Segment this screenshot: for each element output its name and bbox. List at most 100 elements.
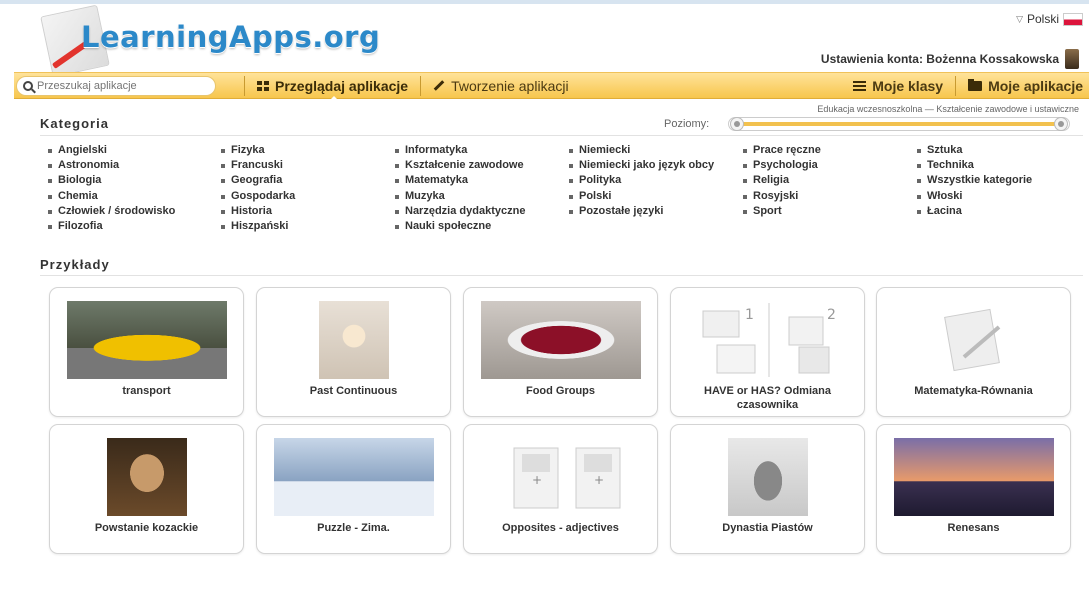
nav-my-classes[interactable]: Moje klasy: [853, 78, 943, 94]
nav-browse-apps[interactable]: Przeglądaj aplikacje: [257, 78, 408, 103]
category-link[interactable]: Technika: [917, 158, 1087, 173]
nav-divider: [420, 75, 422, 96]
list-icon: [853, 80, 867, 91]
flower-photo-thumbnail: [319, 301, 389, 379]
pencil-icon: [433, 80, 445, 91]
account-settings-link[interactable]: Ustawienia konta: Bożenna Kossakowska: [821, 49, 1079, 69]
category-link[interactable]: Pozostałe języki: [569, 204, 719, 219]
nav-my-apps[interactable]: Moje aplikacje: [968, 78, 1083, 94]
example-app-card[interactable]: Food Groups: [463, 287, 658, 417]
berries-photo-thumbnail: [481, 301, 641, 379]
category-link[interactable]: Gospodarka: [221, 189, 391, 204]
nav-create-app[interactable]: Tworzenie aplikacji: [433, 78, 569, 94]
category-link-label: Gospodarka: [231, 189, 296, 202]
example-app-title: Puzzle - Zima.: [317, 522, 390, 534]
category-column: Informatyka Kształcenie zawodowe Matematyk…: [395, 143, 565, 234]
category-link-label: Technika: [927, 159, 974, 172]
category-link-label: Niemiecki jako język obcy: [579, 159, 715, 172]
category-link-label: Filozofia: [58, 220, 103, 233]
search-input[interactable]: [37, 79, 197, 92]
example-app-card[interactable]: Powstanie kozackie: [49, 424, 244, 554]
pairs-template-icon: + +: [481, 438, 641, 516]
example-app-title: Matematyka-Równania: [914, 385, 1033, 397]
svg-text:+: +: [594, 473, 604, 487]
category-link[interactable]: Włoski: [917, 189, 1087, 204]
category-link[interactable]: Angielski: [48, 143, 218, 158]
levels-slider-max-handle[interactable]: [1054, 117, 1068, 131]
example-app-card[interactable]: Puzzle - Zima.: [256, 424, 451, 554]
category-link-label: Narzędzia dydaktyczne: [405, 204, 526, 217]
category-link-label: Polityka: [579, 174, 622, 187]
category-link-label: Informatyka: [405, 144, 468, 156]
example-app-title: Powstanie kozackie: [94, 522, 199, 534]
category-link[interactable]: Polski: [569, 189, 719, 204]
category-link[interactable]: Narzędzia dydaktyczne: [395, 204, 565, 219]
category-column: Niemiecki Niemiecki jako język obcy Polity…: [569, 143, 719, 219]
language-label: Polski: [1026, 12, 1059, 26]
category-column: Fizyka Francuski Geografia Gospodarka Histor…: [221, 143, 391, 234]
category-link-label: Francuski: [231, 159, 283, 172]
example-app-card[interactable]: Renesans: [876, 424, 1071, 554]
car-photo-thumbnail: [67, 301, 227, 379]
rome-photo-thumbnail: [894, 438, 1054, 516]
levels-slider-fill: [737, 122, 1061, 126]
example-app-card[interactable]: Dynastia Piastów: [670, 424, 865, 554]
category-link[interactable]: Niemiecki: [569, 143, 719, 158]
category-link[interactable]: Biologia: [48, 173, 218, 188]
nav-divider: [955, 75, 957, 96]
example-app-card[interactable]: transport: [49, 287, 244, 417]
category-link[interactable]: Informatyka: [395, 143, 565, 158]
example-app-title: Dynastia Piastów: [722, 522, 813, 534]
category-link[interactable]: Astronomia: [48, 158, 218, 173]
category-link[interactable]: Muzyka: [395, 189, 565, 204]
svg-text:1: 1: [745, 307, 754, 323]
category-link[interactable]: Polityka: [569, 173, 719, 188]
search-box[interactable]: [16, 75, 216, 96]
category-link[interactable]: Sport: [743, 204, 913, 219]
examples-heading: Przykłady: [40, 257, 110, 272]
category-link-label: Muzyka: [405, 189, 445, 202]
category-link[interactable]: Filozofia: [48, 219, 218, 234]
category-link[interactable]: Rosyjski: [743, 189, 913, 204]
category-link[interactable]: Hiszpański: [221, 219, 391, 234]
category-link[interactable]: Francuski: [221, 158, 391, 173]
example-app-card[interactable]: 1 2 HAVE or HAS? Odmiana czasownika: [670, 287, 865, 417]
examples-divider: [40, 275, 1083, 276]
category-link-label: Włoski: [927, 189, 963, 202]
site-logo[interactable]: LearningApps.org: [36, 4, 396, 78]
category-link[interactable]: Fizyka: [221, 143, 391, 158]
category-link[interactable]: Prace ręczne: [743, 143, 913, 158]
category-link[interactable]: Religia: [743, 173, 913, 188]
example-app-title: Opposites - adjectives: [502, 522, 619, 534]
example-app-title: Food Groups: [525, 385, 596, 397]
category-link-label: Fizyka: [231, 144, 265, 156]
category-link[interactable]: Łacina: [917, 204, 1087, 219]
category-link[interactable]: Chemia: [48, 189, 218, 204]
category-link[interactable]: Psychologia: [743, 158, 913, 173]
category-column: Prace ręczne Psychologia Religia Rosyjski Sp…: [743, 143, 913, 219]
category-link-label: Psychologia: [753, 159, 818, 172]
example-app-card[interactable]: Past Continuous: [256, 287, 451, 417]
category-link[interactable]: Niemiecki jako język obcy: [569, 158, 719, 173]
category-link-label: Polski: [579, 189, 612, 202]
category-link[interactable]: Wszystkie kategorie: [917, 173, 1087, 188]
category-link[interactable]: Kształcenie zawodowe: [395, 158, 565, 173]
winter-photo-thumbnail: [274, 438, 434, 516]
nav-my-apps-label: Moje aplikacje: [988, 77, 1083, 94]
category-link[interactable]: Historia: [221, 204, 391, 219]
category-link-label: Łacina: [927, 204, 962, 217]
category-link[interactable]: Geografia: [221, 173, 391, 188]
category-link-label: Geografia: [231, 174, 283, 187]
account-label: Ustawienia konta: Bożenna Kossakowska: [820, 52, 1059, 66]
category-link-label: Prace ręczne: [753, 144, 821, 156]
polish-flag-icon: [1063, 12, 1083, 26]
category-link[interactable]: Nauki społeczne: [395, 219, 565, 234]
levels-slider[interactable]: [728, 117, 1070, 131]
example-app-card[interactable]: Matematyka-Równania: [876, 287, 1071, 417]
category-link[interactable]: Sztuka: [917, 143, 1087, 158]
language-selector[interactable]: ▽ Polski: [1016, 12, 1083, 26]
example-app-card[interactable]: + + Opposites - adjectives: [463, 424, 658, 554]
levels-slider-min-handle[interactable]: [730, 117, 744, 131]
category-link[interactable]: Matematyka: [395, 173, 565, 188]
category-link[interactable]: Człowiek / środowisko: [48, 204, 218, 219]
